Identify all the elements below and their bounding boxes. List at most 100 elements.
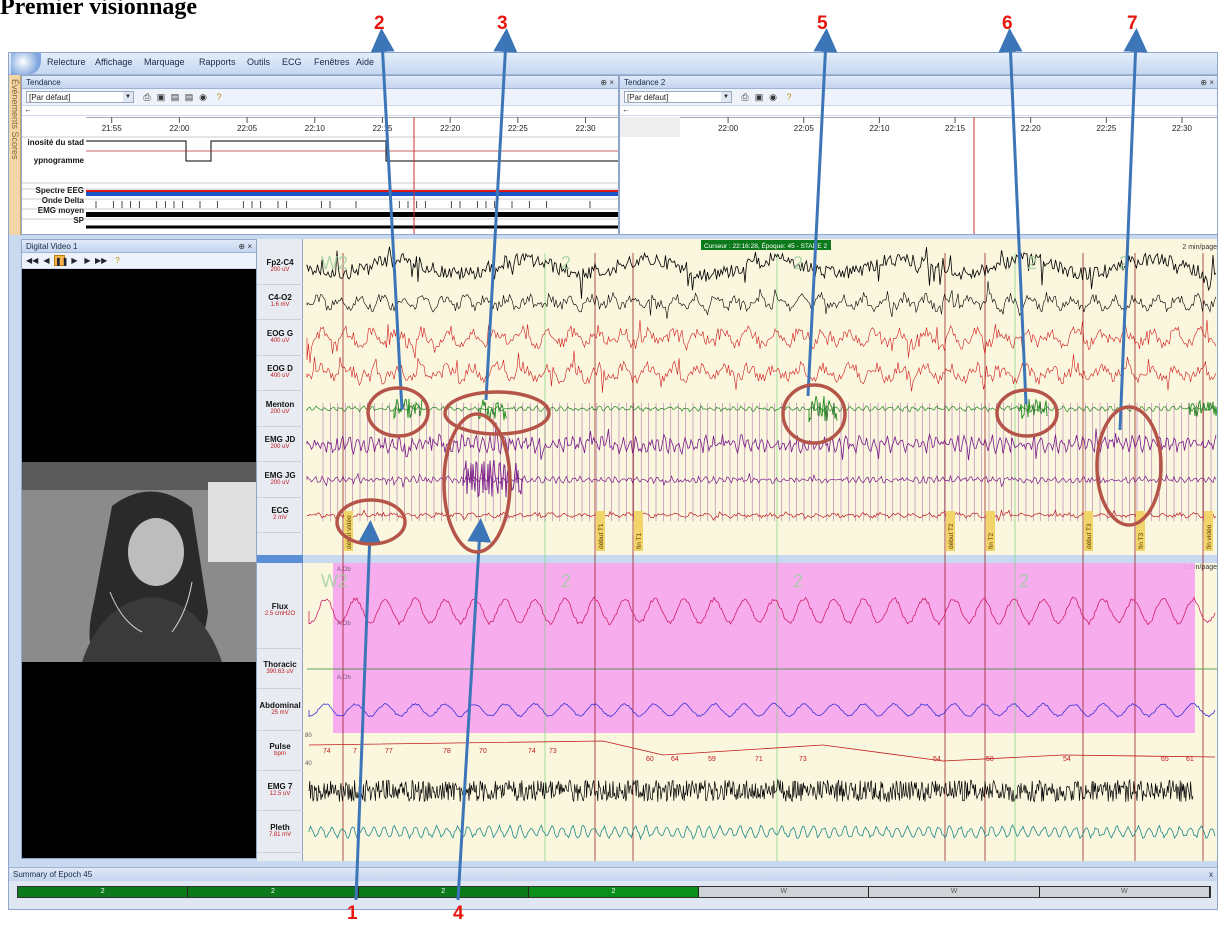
help-icon[interactable]: ? [214,92,224,102]
event-tag[interactable]: début T2 [946,511,955,551]
menu-ecg[interactable]: ECG [282,57,302,67]
eeg-channel-label[interactable]: C4-O2 1.6 mV [257,285,303,320]
menu-fenetres[interactable]: Fenêtres [314,57,350,67]
pulse-value: 59 [708,756,716,763]
trend-tick-label: 22:20 [440,124,461,133]
trend2-preset-select[interactable]: [Par défaut] ▼ [624,91,732,103]
annotation-number-1: 1 [347,903,358,924]
pulse-value: 74 [528,748,536,755]
event-tag[interactable]: début vidéo [344,511,353,551]
menu-rapports[interactable]: Rapports [199,57,236,67]
epoch-cell[interactable]: 2 [188,887,359,897]
close-icon[interactable]: x [1209,868,1213,881]
epoch-cell[interactable]: 2 [528,887,700,897]
bucket-icon[interactable]: ◉ [768,92,778,102]
app-orb-icon[interactable] [11,53,41,75]
pulse-value: 77 [385,748,393,755]
resp-channel-label[interactable]: Thoracic 390.63 uV [257,649,303,689]
help-icon[interactable]: ? [112,255,123,266]
play-icon[interactable]: ▶ [69,255,80,266]
resp-channel-label[interactable]: Abdominal 25 mV [257,689,303,731]
eeg-channel-label[interactable]: EMG JD 200 uV [257,427,303,462]
apnea-region[interactable] [333,563,1195,733]
rewind-fast-icon[interactable]: ◀◀ [26,255,38,266]
pulse-value: 71 [755,756,763,763]
channel-name: Menton [265,399,295,409]
digital-video-panel: Digital Video 1 ⊕ × ◀◀ ◀ ❚❚ ▶ ▶ ▶▶ ? [21,239,257,859]
menu-relecture[interactable]: Relecture [47,57,86,67]
channel-scale: 2 mV [272,515,287,522]
menu-marquage[interactable]: Marquage [144,57,185,67]
channel-label-column: Fp2-C4 200 uV C4-O2 1.6 mV EOG G 400 uV EOG D4… [257,239,303,861]
pulse-value: 60 [646,756,654,763]
scroll-left-arrow-icon[interactable]: ← [622,105,630,114]
resp-channel-label[interactable]: Pleth 7.81 mV [257,811,303,853]
step-forward-icon[interactable]: ▶ [82,255,93,266]
bucket-icon[interactable]: ◉ [198,92,208,102]
events-scores-sidebar-tab[interactable]: Événements Scores [9,75,21,235]
event-tag-label: début T2 [948,523,955,549]
step-back-icon[interactable]: ◀ [41,255,52,266]
epoch-cell[interactable]: W [869,887,1040,897]
pulse-axis-label: 80 [305,733,312,739]
menu-affichage[interactable]: Affichage [95,57,132,67]
trend2-chart[interactable]: 21:5522:0022:0522:1022:1522:2022:2522:30 [620,117,1218,235]
pane-splitter[interactable] [303,555,1218,563]
calendar-icon[interactable]: ▤ [170,92,180,102]
pulse-value: 58 [986,756,994,763]
signal-traces[interactable]: Curseur : 22:16:28, Époque: 45 - STADE 2… [303,239,1218,861]
eeg-channel-label[interactable]: ECG 2 mV [257,498,303,533]
event-tag[interactable]: début T1 [596,511,605,551]
trend2-scroll-bar[interactable]: ← [620,105,1217,116]
help-icon[interactable]: ? [784,92,794,102]
eeg-channel-label[interactable]: EMG JG 200 uV [257,462,303,498]
epoch-cell[interactable]: W [1039,887,1210,897]
trend1-preset-select[interactable]: [Par défaut] ▼ [26,91,134,103]
channel-separator[interactable] [257,555,303,563]
trend1-toolbar: [Par défaut] ▼ ⎙ ▣ ▤ ▤ ◉ ? [22,89,618,106]
epoch-cell[interactable]: 2 [18,887,189,897]
pause-button-icon[interactable]: ❚❚ [54,255,68,266]
pulse-value: 78 [443,748,451,755]
trend2-title-text: Tendance 2 [624,78,666,87]
eeg-channel-label[interactable]: Menton 200 uV [257,391,303,427]
calendar-alt-icon[interactable]: ▤ [184,92,194,102]
spectre-eeg-band-high [86,190,618,192]
trend-tick-label: 22:25 [508,124,529,133]
trend1-chart[interactable]: 21:55 22:00 22:05 22:10 22:15 22:20 22:25 22:30… [22,117,619,235]
channel-name: EOG D [267,364,293,374]
event-tag[interactable]: fin T3 [1136,511,1145,551]
resp-channel-label[interactable]: Flux 2.5 cmH2O [257,573,303,649]
save-icon[interactable]: ▣ [156,92,166,102]
print-icon[interactable]: ⎙ [142,92,152,102]
eeg-channel-label[interactable]: EOG G 400 uV [257,320,303,356]
trend-row-label: EMG moyen [38,206,84,215]
epoch-cell[interactable]: 2 [358,887,529,897]
trend-row-label: SP [73,216,84,225]
pulse-value: 74 [323,748,331,755]
epoch-cell[interactable]: W [699,887,870,897]
resp-channel-label[interactable]: EMG 7 12.5 uV [257,771,303,811]
resp-stage-mark: W2 [321,571,348,591]
eeg-channel-label[interactable]: Fp2-C4 200 uV [257,249,303,285]
trend2-pin-close-icon[interactable]: ⊕ × [1200,76,1214,89]
forward-fast-icon[interactable]: ▶▶ [95,255,107,266]
print-icon[interactable]: ⎙ [740,92,750,102]
event-tag[interactable]: fin vidéo [1204,511,1213,551]
video-face-blur [128,518,184,586]
trend1-scroll-bar[interactable]: ← [22,105,618,116]
save-icon[interactable]: ▣ [754,92,764,102]
event-tag[interactable]: début T3 [1084,511,1093,551]
scroll-left-arrow-icon[interactable]: ← [24,105,32,114]
eeg-channel-label[interactable]: EOG D 400 uV [257,356,303,391]
event-tag[interactable]: fin T2 [986,511,995,551]
menu-aide[interactable]: Aide [356,57,374,67]
menu-outils[interactable]: Outils [247,57,270,67]
annotation-number-5: 5 [817,13,828,34]
summary-title: Summary of Epoch 45 x [9,868,1217,881]
video-pin-close-icon[interactable]: ⊕ × [238,240,252,253]
event-tag[interactable]: fin T1 [634,511,643,551]
trend1-pin-close-icon[interactable]: ⊕ × [600,76,614,89]
resp-channel-label[interactable]: Pulse bpm [257,731,303,771]
trend1-title-text: Tendance [26,78,61,87]
